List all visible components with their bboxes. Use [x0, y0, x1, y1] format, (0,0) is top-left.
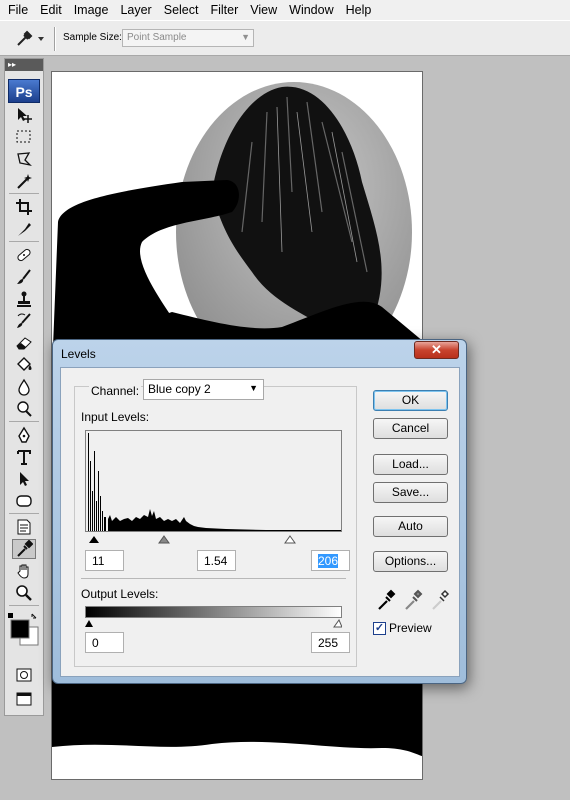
- lasso-tool-icon[interactable]: [12, 149, 36, 169]
- preview-label: Preview: [389, 621, 432, 635]
- crop-tool-icon[interactable]: [12, 197, 36, 217]
- separator: [9, 513, 39, 514]
- cancel-button[interactable]: Cancel: [373, 418, 448, 439]
- menu-layer[interactable]: Layer: [114, 0, 157, 20]
- paint-bucket-icon[interactable]: [12, 355, 36, 375]
- save-button[interactable]: Save...: [373, 482, 448, 503]
- eyedropper-icon: [17, 30, 44, 46]
- slice-tool-icon[interactable]: [12, 219, 36, 239]
- magic-wand-icon[interactable]: [12, 171, 36, 191]
- separator: [9, 421, 39, 422]
- white-point-handle: [284, 535, 296, 544]
- input-slider-graphic: [89, 535, 296, 544]
- menu-bar: File Edit Image Layer Select Filter View…: [0, 0, 570, 20]
- preview-checkbox[interactable]: ✓ Preview: [373, 621, 432, 635]
- separator: [9, 241, 39, 242]
- output-black-handle: [85, 620, 93, 627]
- output-slider-graphic: [85, 618, 343, 628]
- dialog-title: Levels: [61, 347, 96, 361]
- close-button[interactable]: ✕: [414, 341, 459, 359]
- sample-size-value: Point Sample: [127, 32, 187, 43]
- separator: [9, 605, 39, 606]
- menu-file[interactable]: File: [2, 0, 34, 20]
- swap-colors-icon[interactable]: [8, 613, 40, 649]
- histogram-graph: [86, 431, 341, 531]
- menu-window[interactable]: Window: [283, 0, 339, 20]
- channel-label: Channel:: [89, 384, 142, 398]
- levels-dialog: Levels ✕ Channel: Blue copy 2 ▼ Input Le…: [52, 339, 467, 684]
- menu-select[interactable]: Select: [158, 0, 205, 20]
- checkmark-icon: ✓: [373, 621, 386, 635]
- input-white-value: 206: [318, 554, 339, 568]
- clone-stamp-icon[interactable]: [12, 289, 36, 309]
- pen-tool-icon[interactable]: [12, 425, 36, 445]
- separator: [9, 193, 39, 194]
- ok-button[interactable]: OK: [373, 390, 448, 411]
- black-eyedropper-icon[interactable]: [376, 588, 396, 612]
- hand-tool-icon[interactable]: [12, 561, 36, 581]
- input-black-field[interactable]: 11: [85, 550, 124, 571]
- toolbox-grip[interactable]: ▸▸: [5, 59, 43, 71]
- chevron-down-icon: ▼: [249, 383, 258, 393]
- menu-filter[interactable]: Filter: [204, 0, 244, 20]
- menu-view[interactable]: View: [244, 0, 283, 20]
- tool-preset-picker[interactable]: [12, 27, 50, 49]
- output-white-value: 255: [318, 636, 339, 650]
- dialog-body: Channel: Blue copy 2 ▼ Input Levels: 11 …: [60, 367, 460, 677]
- marquee-tool-icon[interactable]: [12, 127, 36, 147]
- shape-tool-icon[interactable]: [12, 491, 36, 511]
- menu-image[interactable]: Image: [68, 0, 115, 20]
- white-eyedropper-icon[interactable]: [430, 588, 450, 612]
- input-black-value: 11: [92, 554, 105, 568]
- options-bar: Sample Size: Point Sample ▼: [0, 20, 570, 56]
- output-slider[interactable]: [85, 618, 343, 628]
- output-black-value: 0: [92, 636, 99, 650]
- input-gamma-field[interactable]: 1.54: [197, 550, 236, 571]
- divider: [81, 578, 346, 579]
- auto-button[interactable]: Auto: [373, 516, 448, 537]
- output-gradient: [85, 606, 342, 618]
- dodge-tool-icon[interactable]: [12, 399, 36, 419]
- gray-eyedropper-icon[interactable]: [403, 588, 423, 612]
- screen-mode-icon[interactable]: [12, 689, 36, 709]
- toolbox: ▸▸ Ps: [4, 58, 44, 716]
- output-levels-label: Output Levels:: [81, 587, 159, 601]
- input-levels-label: Input Levels:: [81, 410, 150, 424]
- zoom-tool-icon[interactable]: [12, 583, 36, 603]
- input-slider[interactable]: [85, 534, 342, 546]
- chevron-down-icon: ▼: [241, 32, 250, 42]
- sample-size-label: Sample Size:: [63, 32, 122, 43]
- load-button[interactable]: Load...: [373, 454, 448, 475]
- input-gamma-value: 1.54: [204, 554, 228, 568]
- healing-brush-icon[interactable]: [12, 245, 36, 265]
- menu-help[interactable]: Help: [340, 0, 378, 20]
- brush-tool-icon[interactable]: [12, 267, 36, 287]
- photoshop-logo[interactable]: Ps: [8, 79, 40, 103]
- color-swatches: [8, 613, 40, 649]
- history-brush-icon[interactable]: [12, 311, 36, 331]
- separator: [54, 27, 56, 51]
- output-white-field[interactable]: 255: [311, 632, 350, 653]
- output-white-handle: [333, 618, 343, 628]
- chevron-down-icon: [38, 37, 44, 41]
- menu-edit[interactable]: Edit: [34, 0, 68, 20]
- options-button[interactable]: Options...: [373, 551, 448, 572]
- channel-value: Blue copy 2: [148, 382, 211, 396]
- quick-mask-icon[interactable]: [12, 665, 36, 685]
- output-black-field[interactable]: 0: [85, 632, 124, 653]
- histogram: [85, 430, 342, 532]
- notes-tool-icon[interactable]: [12, 517, 36, 537]
- gamma-handle: [158, 535, 170, 544]
- type-tool-icon[interactable]: [12, 447, 36, 467]
- move-tool-icon[interactable]: [12, 105, 36, 125]
- channel-select[interactable]: Blue copy 2 ▼: [143, 379, 264, 400]
- input-white-field[interactable]: 206: [311, 550, 350, 571]
- path-select-icon[interactable]: [12, 469, 36, 489]
- eraser-tool-icon[interactable]: [12, 333, 36, 353]
- eyedropper-icon[interactable]: [12, 539, 36, 559]
- black-point-handle: [89, 536, 99, 543]
- sample-size-select[interactable]: Point Sample ▼: [122, 29, 254, 47]
- blur-tool-icon[interactable]: [12, 377, 36, 397]
